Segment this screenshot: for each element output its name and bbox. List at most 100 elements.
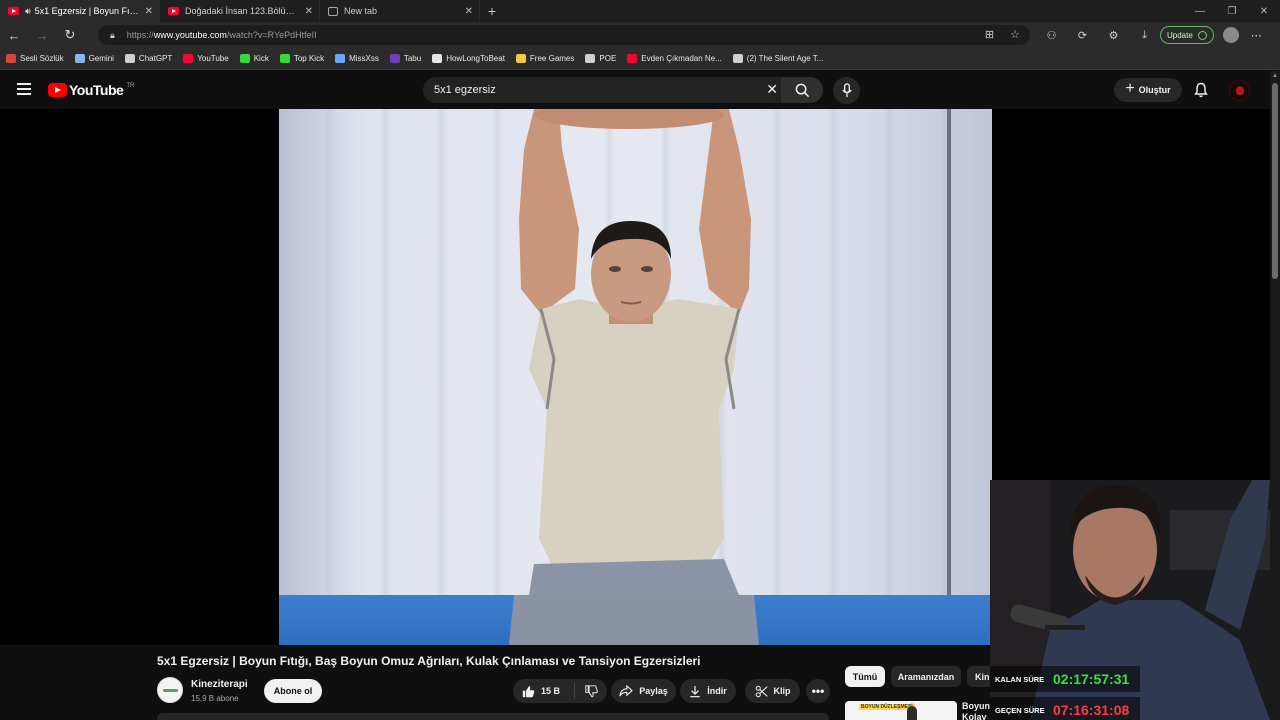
create-label: Oluştur — [1138, 85, 1171, 95]
bookmark-item[interactable]: POE — [585, 54, 616, 63]
bookmark-item[interactable]: Gemini — [74, 54, 114, 63]
download-button[interactable]: İndir — [680, 679, 736, 703]
bookmark-item[interactable]: Evden Çıkmadan Ne... — [627, 54, 722, 63]
bookmark-item[interactable]: Top Kick — [279, 54, 324, 63]
bookmark-label: Sesli Sözlük — [20, 54, 64, 63]
tab-label: 5x1 Egzersiz | Boyun Fıtığı, B — [34, 6, 141, 16]
address-bar[interactable]: 🔒︎ https://www.youtube.com/watch?v=RYePd… — [98, 25, 1030, 45]
forward-button[interactable]: → — [28, 22, 56, 48]
channel-avatar[interactable] — [157, 677, 183, 703]
channel-name[interactable]: Kineziterapi — [191, 679, 248, 690]
clear-search-icon[interactable]: ✕ — [766, 81, 778, 98]
bookmark-item[interactable]: HowLongToBeat — [432, 54, 505, 63]
tab-label: Doğadaki İnsan 123.Bölüm - You — [185, 6, 301, 16]
download-label: İndir — [707, 686, 727, 696]
extensions-icon[interactable]: ⟳ — [1067, 29, 1098, 42]
collections-icon[interactable]: ⚙ — [1098, 29, 1129, 42]
chip-all[interactable]: Tümü — [845, 666, 885, 687]
speaker-icon[interactable]: 🔊︎ — [25, 6, 31, 17]
clip-button[interactable]: Klip — [745, 679, 800, 703]
youtube-play-icon — [48, 83, 67, 97]
bookmark-item[interactable]: ChatGPT — [124, 54, 173, 63]
more-actions-button[interactable]: ••• — [806, 679, 830, 703]
thumbs-down-icon[interactable] — [585, 684, 598, 698]
voice-search-button[interactable] — [833, 77, 860, 104]
bookmark-item[interactable]: Sesli Sözlük — [6, 54, 64, 63]
bookmark-item[interactable]: Tabu — [389, 54, 421, 63]
url-host: www.youtube.com — [153, 30, 227, 40]
reload-button[interactable]: ↻ — [56, 22, 84, 48]
bookmark-item[interactable]: Free Games — [515, 54, 575, 63]
bookmark-label: POE — [599, 54, 617, 63]
page-scrollbar[interactable]: ▲ — [1270, 71, 1280, 720]
back-button[interactable]: ← — [0, 22, 28, 48]
bookmark-label: ChatGPT — [138, 54, 173, 63]
kick-icon — [279, 54, 290, 63]
video-frame[interactable] — [279, 109, 992, 645]
youtube-icon — [183, 54, 194, 63]
create-button[interactable]: + Oluştur — [1114, 78, 1182, 102]
scissors-icon — [755, 685, 768, 697]
subscriber-count: 15,9 B abone — [191, 694, 239, 703]
kick-icon — [239, 54, 250, 63]
tab-label: New tab — [344, 6, 378, 16]
bookmark-label: Free Games — [529, 54, 575, 63]
tag-icon — [515, 54, 526, 63]
update-label: Update — [1167, 30, 1193, 40]
download-icon — [690, 685, 700, 697]
description-box[interactable] — [157, 713, 829, 720]
browser-menu-icon[interactable]: ⋯ — [1251, 29, 1262, 42]
folder-icon — [585, 54, 596, 63]
guide-menu-icon[interactable] — [17, 83, 31, 95]
browser-tab-strip: 🔊︎ 5x1 Egzersiz | Boyun Fıtığı, B ✕ Doğa… — [0, 0, 1280, 22]
screen: 🔊︎ 5x1 Egzersiz | Boyun Fıtığı, B ✕ Doğa… — [0, 0, 1280, 720]
microphone-icon — [841, 83, 852, 98]
update-button[interactable]: Update — [1160, 26, 1214, 44]
bookmark-item[interactable]: MissXss — [335, 54, 379, 63]
like-dislike-group: 15 B — [513, 679, 607, 703]
scroll-up-icon[interactable]: ▲ — [1272, 73, 1278, 79]
subscribe-button[interactable]: Abone ol — [264, 679, 322, 703]
share-button[interactable]: Paylaş — [611, 679, 676, 703]
tab-close-icon[interactable]: ✕ — [305, 6, 313, 17]
bookmark-item[interactable]: YouTube — [183, 54, 229, 63]
new-tab-button[interactable]: + — [480, 0, 504, 22]
tab-close-icon[interactable]: ✕ — [465, 6, 473, 17]
window-controls: — ❐ ✕ — [1184, 0, 1280, 22]
app-available-icon[interactable]: ⊞ — [985, 28, 994, 41]
close-window-icon[interactable]: ✕ — [1248, 0, 1280, 22]
browser-tab[interactable]: New tab ✕ — [320, 0, 480, 22]
video-title: 5x1 Egzersiz | Boyun Fıtığı, Baş Boyun O… — [157, 654, 701, 668]
bookmark-item[interactable]: (2) The Silent Age T... — [732, 54, 823, 63]
missxss-icon — [335, 54, 346, 63]
browser-tab[interactable]: Doğadaki İnsan 123.Bölüm - You ✕ — [160, 0, 320, 22]
youtube-icon — [627, 54, 638, 63]
browser-tab-active[interactable]: 🔊︎ 5x1 Egzersiz | Boyun Fıtığı, B ✕ — [0, 0, 160, 22]
favorite-star-icon[interactable]: ☆ — [1010, 28, 1020, 41]
clip-label: Klip — [773, 686, 791, 696]
youtube-masthead: YouTube TR 5x1 egzersiz ✕ + Oluştur — [0, 71, 1270, 109]
site-info-icon[interactable]: 🔒︎ — [110, 30, 115, 41]
youtube-logo[interactable]: YouTube TR — [48, 82, 134, 98]
account-avatar[interactable] — [1229, 80, 1250, 101]
elapsed-time-label: GEÇEN SÜRE — [995, 705, 1045, 715]
bookmark-label: Evden Çıkmadan Ne... — [641, 54, 722, 63]
profile-avatar[interactable] — [1222, 27, 1239, 43]
like-divider — [574, 683, 575, 699]
recommendation-title[interactable]: Boyun Kolay — [962, 701, 992, 720]
tab-close-icon[interactable]: ✕ — [145, 6, 153, 17]
downloads-icon[interactable]: ⤓ — [1129, 29, 1160, 42]
recommendation-thumbnail[interactable]: BOYUN DÜZLEŞMESİ — [845, 701, 957, 720]
bookmarks-bar: Sesli Sözlük Gemini ChatGPT YouTube Kick Top … — [0, 48, 1280, 70]
browser-essentials-icon[interactable]: ⚇ — [1036, 29, 1067, 42]
restore-icon[interactable]: ❐ — [1216, 0, 1248, 22]
chip-from-your-search[interactable]: Aramanızdan — [891, 666, 961, 687]
remaining-time-label: KALAN SÜRE — [995, 674, 1045, 684]
minimize-icon[interactable]: — — [1184, 0, 1216, 22]
bookmark-item[interactable]: Kick — [239, 54, 269, 63]
notifications-button[interactable] — [1193, 82, 1209, 103]
scrollbar-thumb[interactable] — [1272, 83, 1278, 279]
search-input[interactable]: 5x1 egzersiz ✕ — [423, 77, 823, 103]
like-button[interactable]: 15 B — [522, 685, 560, 698]
search-button[interactable] — [781, 77, 823, 103]
